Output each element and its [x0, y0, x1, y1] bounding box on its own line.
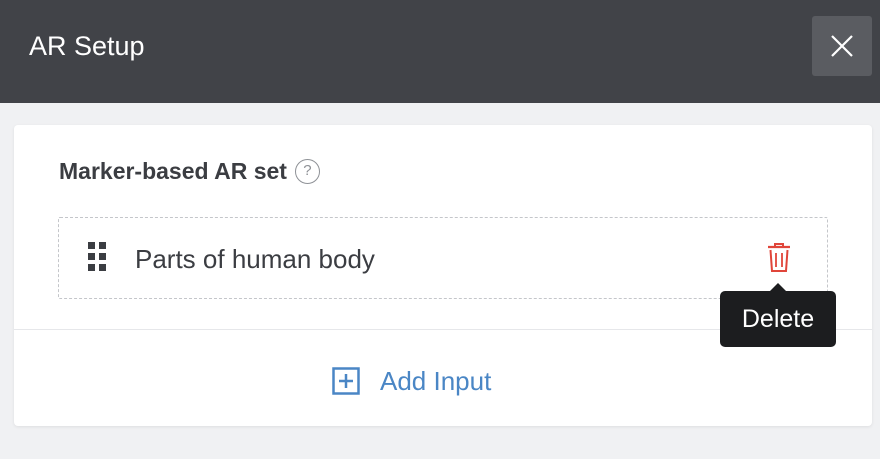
drag-handle-icon[interactable] [88, 242, 106, 272]
tooltip-arrow [770, 283, 786, 291]
add-input-label: Add Input [380, 366, 492, 396]
delete-tooltip: Delete [720, 283, 836, 347]
trash-icon[interactable] [767, 243, 791, 273]
question-circle-icon[interactable]: ? [294, 158, 320, 184]
section-title: Marker-based AR set ? [59, 155, 320, 187]
modal-header: AR Setup [0, 0, 880, 103]
plus-square-icon [332, 367, 360, 395]
tooltip-text: Delete [741, 305, 815, 333]
modal-title: AR Setup [29, 31, 145, 61]
list-item[interactable]: Parts of human body [58, 217, 828, 299]
close-button[interactable] [812, 16, 872, 76]
close-icon [831, 35, 853, 57]
section-title-text: Marker-based AR set [59, 158, 287, 184]
item-label: Parts of human body [135, 244, 375, 274]
add-input-button[interactable]: Add Input [332, 363, 491, 399]
ar-set-card: Marker-based AR set ? Parts of human bod… [14, 125, 872, 426]
